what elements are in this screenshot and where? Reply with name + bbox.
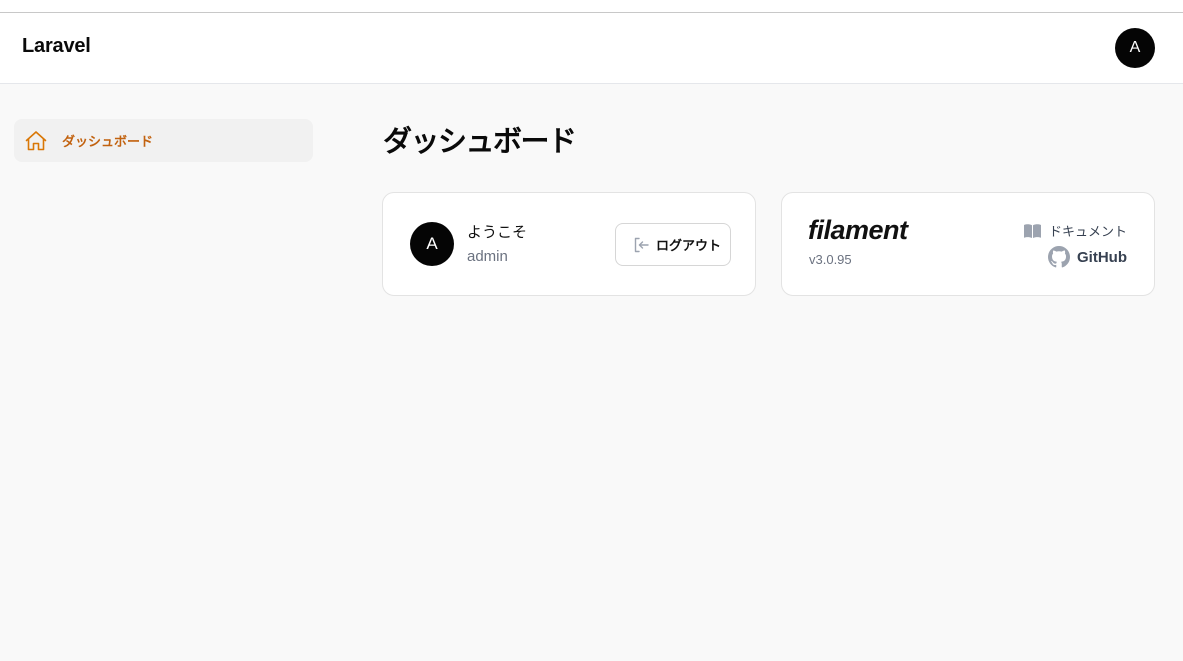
brand-name[interactable]: Laravel: [22, 35, 91, 58]
welcome-heading: ようこそ: [467, 223, 528, 241]
account-widget-card: A ようこそ admin ログアウト: [382, 192, 756, 296]
filament-logo[interactable]: filament: [808, 215, 920, 249]
filament-logo-text: filament: [808, 215, 909, 245]
filament-info-card: filament v3.0.95 ドキュメント GitHub: [781, 192, 1155, 296]
page-title: ダッシュボード: [383, 124, 577, 158]
logout-icon: [632, 236, 650, 254]
version-text: v3.0.95: [809, 252, 852, 267]
documentation-label: ドキュメント: [1048, 225, 1127, 240]
sidebar-item-dashboard[interactable]: ダッシュボード: [14, 119, 313, 162]
username-text: admin: [467, 248, 508, 265]
logout-button[interactable]: ログアウト: [615, 223, 731, 266]
github-link[interactable]: GitHub: [1048, 246, 1127, 268]
home-icon: [24, 129, 48, 153]
documentation-link[interactable]: ドキュメント: [1023, 221, 1127, 240]
github-label: GitHub: [1077, 248, 1127, 266]
sidebar-item-label: ダッシュボード: [62, 135, 154, 150]
logout-label: ログアウト: [656, 238, 722, 253]
browser-bookmarks-strip: [0, 0, 1183, 13]
top-navigation-bar: Laravel A: [0, 13, 1183, 84]
book-icon: [1023, 223, 1042, 239]
avatar: A: [410, 222, 454, 266]
github-icon: [1048, 246, 1070, 268]
user-menu-avatar[interactable]: A: [1115, 28, 1155, 68]
